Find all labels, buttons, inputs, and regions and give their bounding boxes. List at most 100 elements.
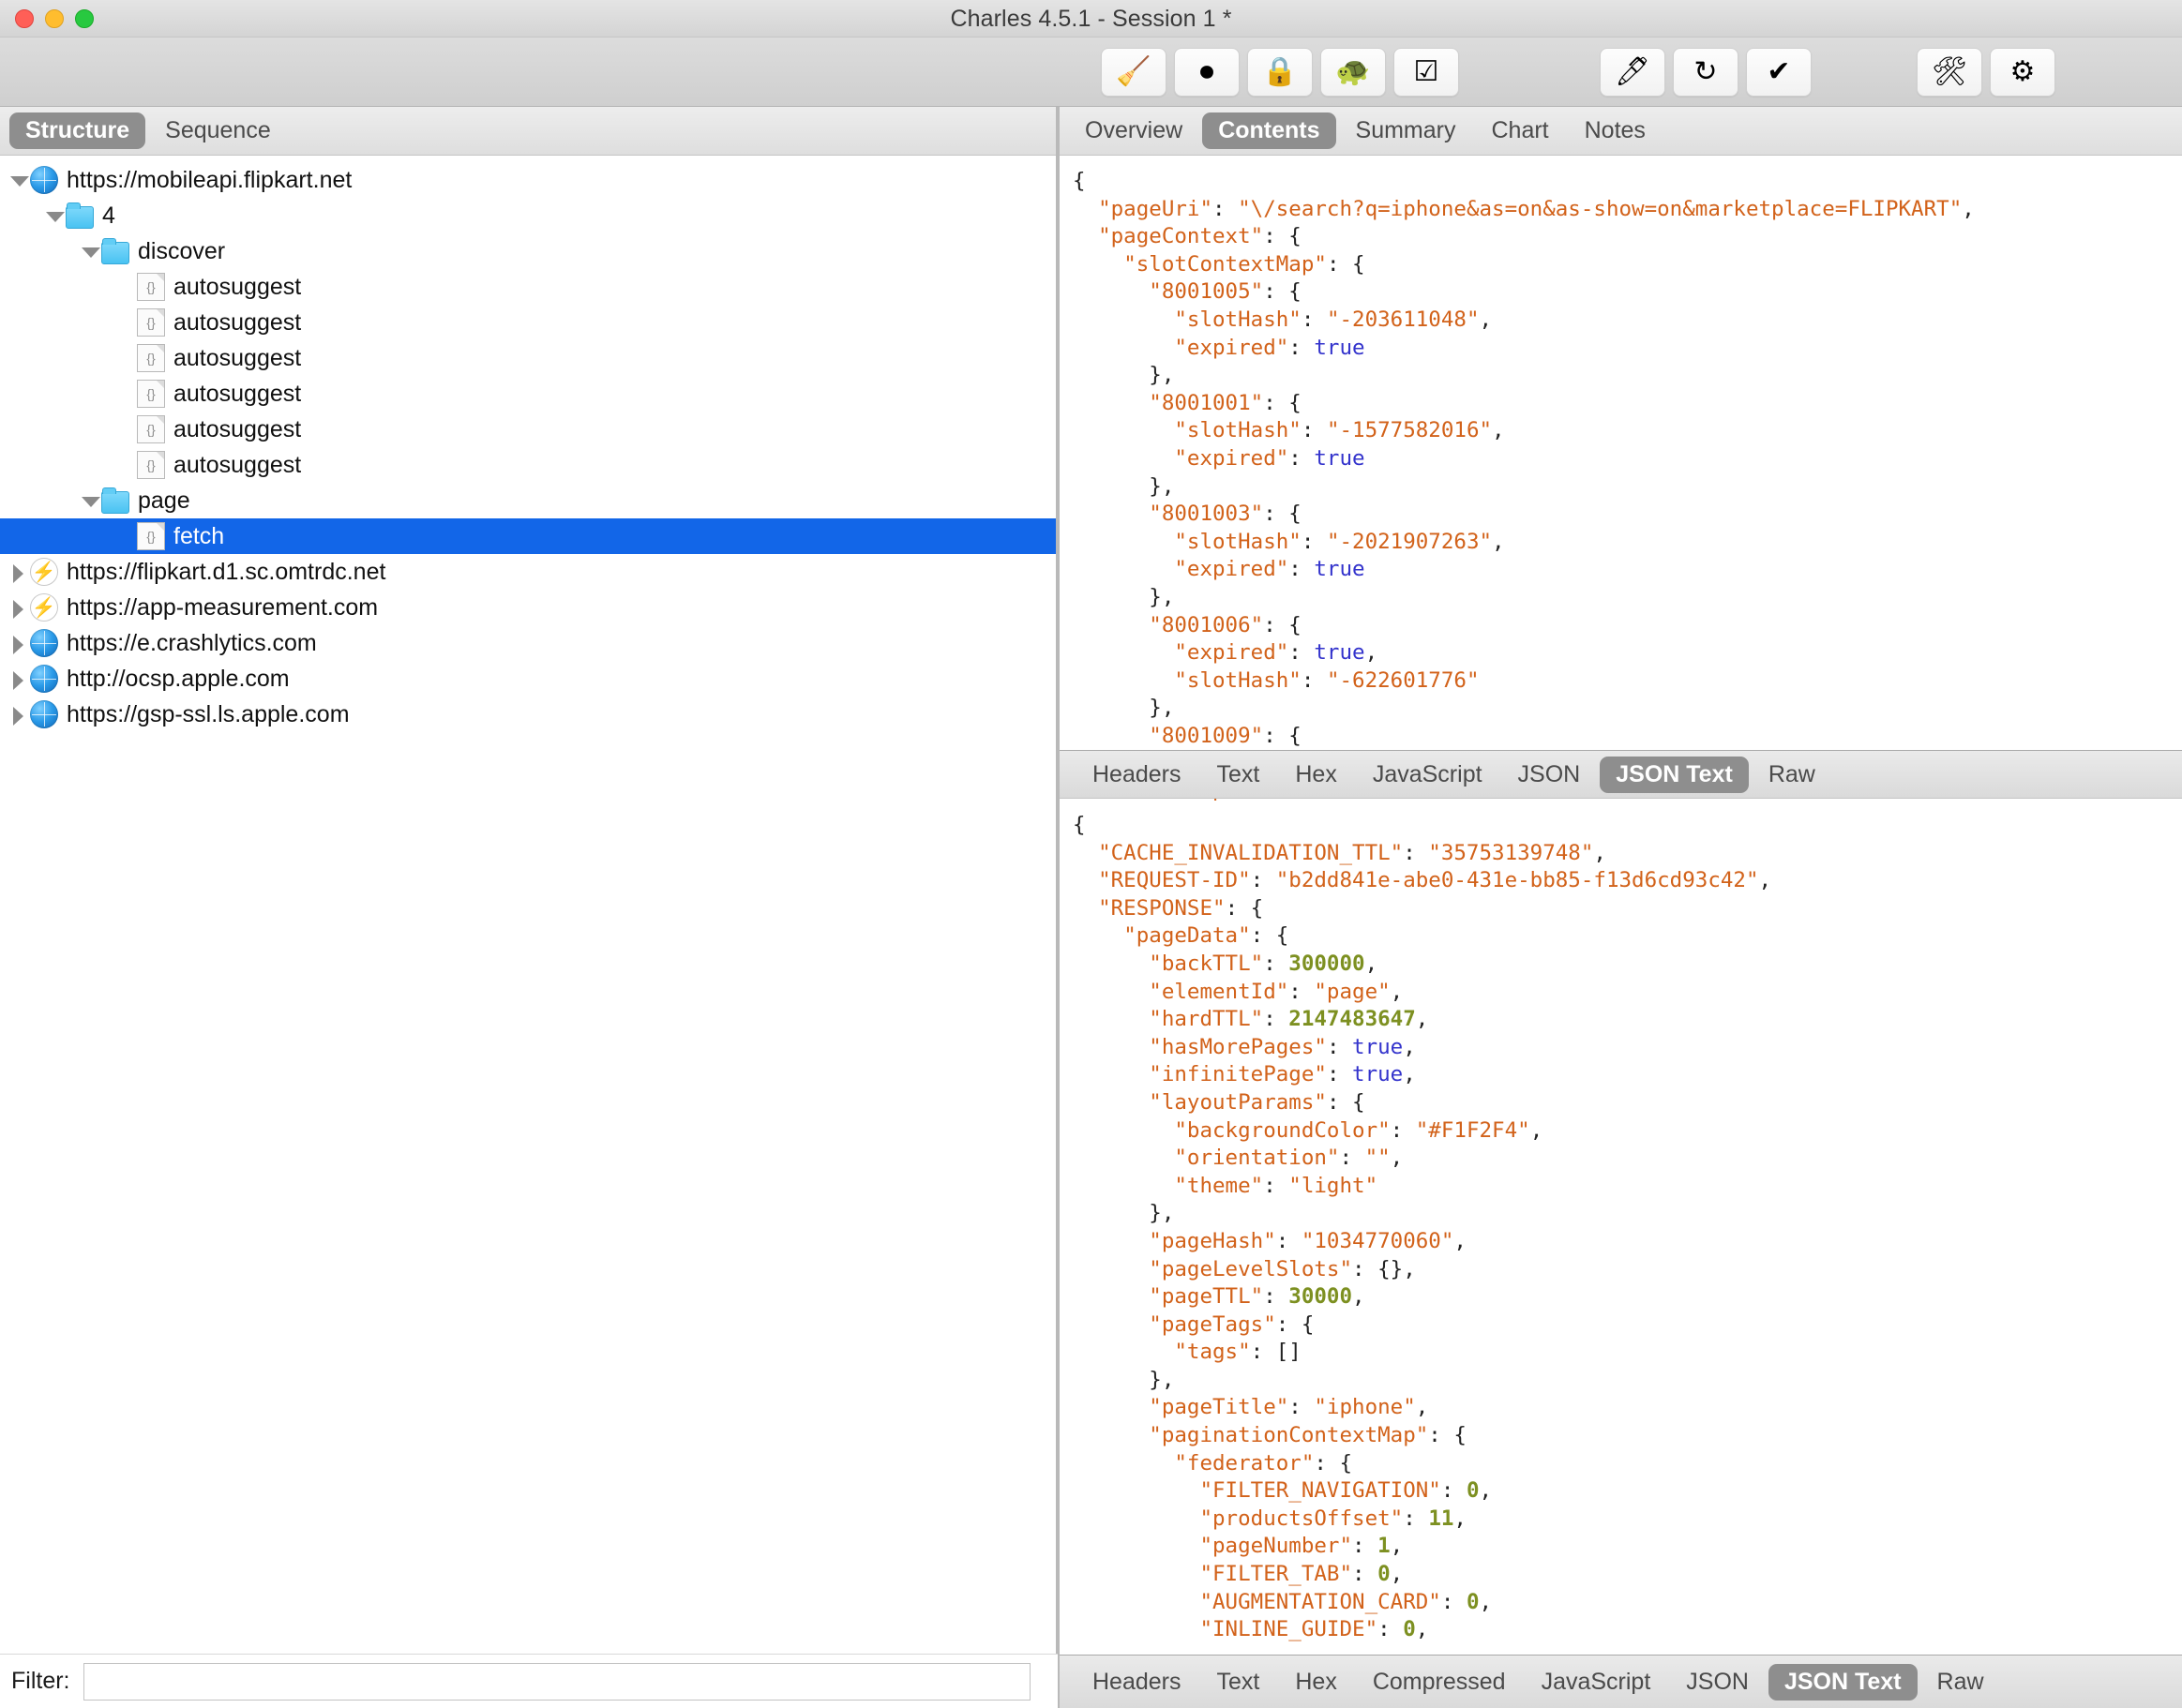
tab-overview[interactable]: Overview (1069, 112, 1198, 149)
chevron-down-icon[interactable] (79, 489, 101, 512)
res-tab-json[interactable]: JSON (1670, 1664, 1765, 1701)
chevron-down-icon[interactable] (8, 169, 30, 191)
res-tab-text[interactable]: Text (1201, 1664, 1276, 1701)
json-icon: {} (137, 415, 165, 443)
req-tab-hex[interactable]: Hex (1279, 757, 1352, 793)
pen-icon: 🖊 (1615, 58, 1650, 86)
json-line: "pageData": { (1073, 922, 2182, 951)
req-tab-raw[interactable]: Raw (1753, 757, 1831, 793)
req-tab-json-text[interactable]: JSON Text (1600, 757, 1749, 793)
json-line: "pageUri": "\/search?q=iphone&as=on&as-s… (1073, 196, 2182, 224)
tree-row[interactable]: https://e.crashlytics.com (0, 625, 1058, 661)
chevron-right-icon[interactable] (8, 703, 30, 726)
tree-row[interactable]: http://ocsp.apple.com (0, 661, 1058, 697)
tab-sequence[interactable]: Sequence (149, 112, 287, 149)
settings-button[interactable]: ⚙ (1990, 48, 2055, 97)
json-line: "RESPONSE": { (1073, 895, 2182, 923)
toolbar-group-session: 🧹 ⏺🔒🐢☑ (1101, 48, 1467, 97)
contents-tabbar: OverviewContentsSummaryChartNotes (1060, 107, 2182, 156)
json-line: "CACHE_INVALIDATION_TTL": "35753139748", (1073, 840, 2182, 868)
json-icon: {} (137, 308, 165, 337)
json-line: }, (1073, 584, 2182, 612)
tree-row[interactable]: discover (0, 233, 1058, 269)
chevron-right-icon[interactable] (8, 561, 30, 583)
tree-row[interactable]: {}autosuggest (0, 269, 1058, 305)
session-tree[interactable]: https://mobileapi.flipkart.net4discover {… (0, 157, 1058, 1654)
tree-row[interactable]: {}autosuggest (0, 340, 1058, 376)
tools-button[interactable]: 🛠 (1917, 48, 1982, 97)
tab-chart[interactable]: Chart (1475, 112, 1564, 149)
clear-session-button[interactable]: 🧹 (1101, 48, 1166, 97)
chevron-right-icon[interactable] (8, 596, 30, 619)
tab-structure[interactable]: Structure (9, 112, 145, 149)
json-line: "8001006": { (1073, 612, 2182, 640)
toolbar-group-tools: 🖊 ↻ ✔ (1600, 48, 1819, 97)
json-line: "FILTER_NAVIGATION": 0, (1073, 1477, 2182, 1506)
tree-row[interactable]: {}autosuggest (0, 376, 1058, 412)
req-tab-headers[interactable]: Headers (1076, 757, 1197, 793)
checkmark-icon: ✔ (1767, 58, 1790, 86)
json-line: "pageHash": "1034770060", (1073, 1228, 2182, 1256)
record-button[interactable]: ⏺ (1174, 48, 1240, 97)
tree-row[interactable]: {}autosuggest (0, 447, 1058, 483)
tab-summary[interactable]: Summary (1340, 112, 1472, 149)
response-json-viewer[interactable]: { "CACHE_INVALIDATION_TTL": "35753139748… (1060, 801, 2182, 1654)
tree-row[interactable]: {}autosuggest (0, 305, 1058, 340)
request-view-tabbar: HeadersTextHexJavaScriptJSONJSON TextRaw (1060, 750, 2182, 799)
chevron-right-icon[interactable] (8, 667, 30, 690)
tree-row-label: autosuggest (173, 416, 301, 443)
chevron-right-icon[interactable] (8, 632, 30, 654)
json-line: "expired": true (1073, 556, 2182, 584)
chevron-down-icon[interactable] (79, 240, 101, 262)
tree-row[interactable]: https://gsp-ssl.ls.apple.com (0, 697, 1058, 732)
chevron-down-icon[interactable] (43, 204, 66, 227)
twisty-spacer (114, 311, 137, 334)
tab-contents[interactable]: Contents (1202, 112, 1335, 149)
request-json-viewer[interactable]: { "pageUri": "\/search?q=iphone&as=on&as… (1060, 157, 2182, 750)
right-panel: OverviewContentsSummaryChartNotes { "pag… (1060, 107, 2182, 1654)
req-tab-javascript[interactable]: JavaScript (1357, 757, 1498, 793)
json-line: "elementId": "page", (1073, 979, 2182, 1007)
res-tab-compressed[interactable]: Compressed (1357, 1664, 1522, 1701)
req-tab-text[interactable]: Text (1201, 757, 1276, 793)
json-line: }, (1073, 695, 2182, 723)
throttle-button[interactable]: 🐢 (1320, 48, 1386, 97)
json-line: "pageTags": { (1073, 1311, 2182, 1340)
tree-row[interactable]: ⚡https://app-measurement.com (0, 590, 1058, 625)
validate-button[interactable]: ✔ (1746, 48, 1812, 97)
tree-row-label: page (138, 487, 190, 515)
json-line: "FILTER_TAB": 0, (1073, 1561, 2182, 1589)
res-tab-hex[interactable]: Hex (1279, 1664, 1352, 1701)
res-tab-raw[interactable]: Raw (1921, 1664, 2000, 1701)
refresh-icon: ↻ (1693, 58, 1717, 86)
tree-row[interactable]: https://mobileapi.flipkart.net (0, 162, 1058, 198)
globe-icon (30, 629, 58, 657)
tree-row[interactable]: 4 (0, 198, 1058, 233)
req-tab-json[interactable]: JSON (1502, 757, 1597, 793)
json-line: }, (1073, 473, 2182, 502)
json-line: }, (1073, 1200, 2182, 1228)
res-tab-headers[interactable]: Headers (1076, 1664, 1197, 1701)
json-line: "slotHash": "-622601776" (1073, 667, 2182, 696)
broom-icon: 🧹 (1116, 58, 1151, 86)
ssl-proxying-button[interactable]: 🔒 (1247, 48, 1313, 97)
tree-row[interactable]: {}fetch (0, 518, 1058, 554)
compose-button[interactable]: 🖊 (1600, 48, 1665, 97)
res-tab-javascript[interactable]: JavaScript (1526, 1664, 1667, 1701)
response-json-text: { "CACHE_INVALIDATION_TTL": "35753139748… (1060, 801, 2182, 1644)
json-icon: {} (137, 273, 165, 301)
breakpoints-button[interactable]: ☑ (1393, 48, 1459, 97)
folder-icon (101, 491, 129, 514)
tree-row[interactable]: {} autosuggest (0, 412, 1058, 447)
repeat-button[interactable]: ↻ (1673, 48, 1738, 97)
json-line: "layoutParams": { (1073, 1089, 2182, 1117)
res-tab-json-text[interactable]: JSON Text (1768, 1664, 1918, 1701)
json-line: "hardTTL": 2147483647, (1073, 1006, 2182, 1034)
bolt-icon: ⚡ (30, 558, 58, 586)
filter-input[interactable] (83, 1663, 1031, 1701)
json-line: "pageNumber": 1, (1073, 1533, 2182, 1561)
filter-label: Filter: (11, 1668, 70, 1695)
tree-row[interactable]: page (0, 483, 1058, 518)
tree-row[interactable]: ⚡https://flipkart.d1.sc.omtrdc.net (0, 554, 1058, 590)
tab-notes[interactable]: Notes (1569, 112, 1662, 149)
